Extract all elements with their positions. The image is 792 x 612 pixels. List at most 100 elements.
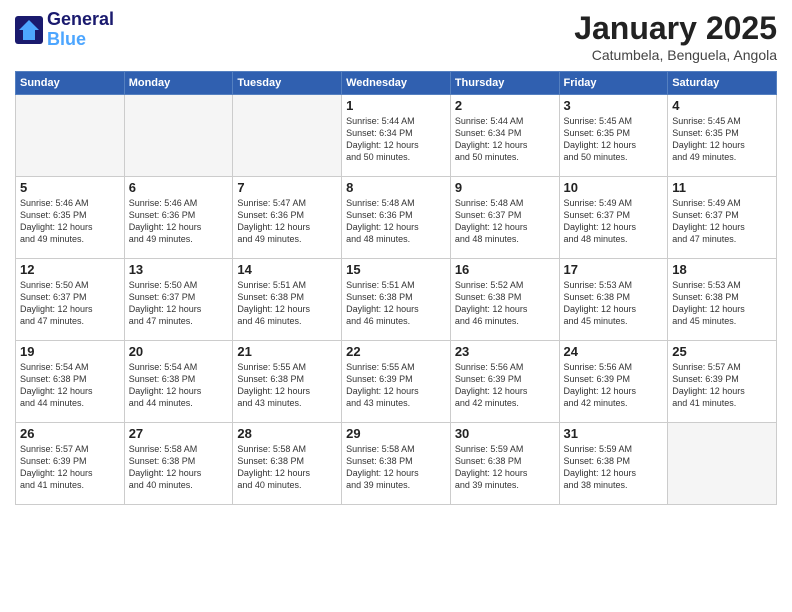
day-number: 26: [20, 426, 120, 441]
calendar-cell: 6 Sunrise: 5:46 AM Sunset: 6:36 PM Daylig…: [124, 177, 233, 259]
title-block: January 2025 Catumbela, Benguela, Angola: [574, 10, 777, 63]
calendar-cell: 5 Sunrise: 5:46 AM Sunset: 6:35 PM Daylig…: [16, 177, 125, 259]
calendar-week-row: 12 Sunrise: 5:50 AM Sunset: 6:37 PM Dayli…: [16, 259, 777, 341]
calendar-cell: 28 Sunrise: 5:58 AM Sunset: 6:38 PM Dayli…: [233, 423, 342, 505]
day-info: Sunrise: 5:52 AM Sunset: 6:38 PM Dayligh…: [455, 279, 555, 328]
month-title: January 2025: [574, 10, 777, 47]
day-number: 22: [346, 344, 446, 359]
calendar-cell: 1 Sunrise: 5:44 AM Sunset: 6:34 PM Daylig…: [342, 95, 451, 177]
calendar-cell: 24Sunrise: 5:56 AM Sunset: 6:39 PM Dayli…: [559, 341, 668, 423]
calendar-cell: 29Sunrise: 5:58 AM Sunset: 6:38 PM Dayli…: [342, 423, 451, 505]
day-info: Sunrise: 5:55 AM Sunset: 6:39 PM Dayligh…: [346, 361, 446, 410]
calendar-cell: 8Sunrise: 5:48 AM Sunset: 6:36 PM Daylig…: [342, 177, 451, 259]
location-title: Catumbela, Benguela, Angola: [574, 47, 777, 63]
calendar-cell: [124, 95, 233, 177]
day-info: Sunrise: 5:46 AM Sunset: 6:35 PM Dayligh…: [20, 197, 120, 246]
day-info: Sunrise: 5:44 AM Sunset: 6:34 PM Dayligh…: [346, 115, 446, 164]
day-number: 12: [20, 262, 120, 277]
calendar-cell: 18 Sunrise: 5:53 AM Sunset: 6:38 PM Dayli…: [668, 259, 777, 341]
day-info: Sunrise: 5:51 AM Sunset: 6:38 PM Dayligh…: [346, 279, 446, 328]
calendar-cell: 19 Sunrise: 5:54 AM Sunset: 6:38 PM Dayli…: [16, 341, 125, 423]
calendar-cell: 30Sunrise: 5:59 AM Sunset: 6:38 PM Dayli…: [450, 423, 559, 505]
calendar-cell: 27Sunrise: 5:58 AM Sunset: 6:38 PM Dayli…: [124, 423, 233, 505]
day-number: 21: [237, 344, 337, 359]
calendar-cell: 3 Sunrise: 5:45 AM Sunset: 6:35 PM Daylig…: [559, 95, 668, 177]
day-info: Sunrise: 5:58 AM Sunset: 6:38 PM Dayligh…: [237, 443, 337, 492]
day-number: 19: [20, 344, 120, 359]
calendar-cell: 13Sunrise: 5:50 AM Sunset: 6:37 PM Dayli…: [124, 259, 233, 341]
day-number: 27: [129, 426, 229, 441]
calendar-cell: 21 Sunrise: 5:55 AM Sunset: 6:38 PM Dayli…: [233, 341, 342, 423]
day-number: 13: [129, 262, 229, 277]
day-number: 30: [455, 426, 555, 441]
day-number: 20: [129, 344, 229, 359]
day-info: Sunrise: 5:54 AM Sunset: 6:38 PM Dayligh…: [20, 361, 120, 410]
weekday-header: Sunday: [16, 72, 125, 95]
calendar-cell: 14Sunrise: 5:51 AM Sunset: 6:38 PM Dayli…: [233, 259, 342, 341]
day-info: Sunrise: 5:48 AM Sunset: 6:37 PM Dayligh…: [455, 197, 555, 246]
day-number: 18: [672, 262, 772, 277]
day-number: 9: [455, 180, 555, 195]
day-info: Sunrise: 5:47 AM Sunset: 6:36 PM Dayligh…: [237, 197, 337, 246]
calendar-cell: 4 Sunrise: 5:45 AM Sunset: 6:35 PM Daylig…: [668, 95, 777, 177]
calendar-week-row: 26 Sunrise: 5:57 AM Sunset: 6:39 PM Dayli…: [16, 423, 777, 505]
day-info: Sunrise: 5:56 AM Sunset: 6:39 PM Dayligh…: [455, 361, 555, 410]
calendar-cell: 16Sunrise: 5:52 AM Sunset: 6:38 PM Dayli…: [450, 259, 559, 341]
day-number: 3: [564, 98, 664, 113]
calendar-cell: 26 Sunrise: 5:57 AM Sunset: 6:39 PM Dayli…: [16, 423, 125, 505]
day-info: Sunrise: 5:45 AM Sunset: 6:35 PM Dayligh…: [672, 115, 772, 164]
day-number: 17: [564, 262, 664, 277]
calendar-cell: [668, 423, 777, 505]
day-number: 15: [346, 262, 446, 277]
logo-text: General Blue: [47, 10, 114, 50]
calendar-week-row: 5 Sunrise: 5:46 AM Sunset: 6:35 PM Daylig…: [16, 177, 777, 259]
day-info: Sunrise: 5:57 AM Sunset: 6:39 PM Dayligh…: [672, 361, 772, 410]
weekday-header: Tuesday: [233, 72, 342, 95]
page: General Blue January 2025 Catumbela, Ben…: [0, 0, 792, 612]
weekday-header: Thursday: [450, 72, 559, 95]
day-info: Sunrise: 5:56 AM Sunset: 6:39 PM Dayligh…: [564, 361, 664, 410]
day-number: 14: [237, 262, 337, 277]
day-info: Sunrise: 5:46 AM Sunset: 6:36 PM Dayligh…: [129, 197, 229, 246]
calendar-cell: [16, 95, 125, 177]
calendar-cell: 20Sunrise: 5:54 AM Sunset: 6:38 PM Dayli…: [124, 341, 233, 423]
day-info: Sunrise: 5:59 AM Sunset: 6:38 PM Dayligh…: [564, 443, 664, 492]
day-number: 4: [672, 98, 772, 113]
day-info: Sunrise: 5:49 AM Sunset: 6:37 PM Dayligh…: [564, 197, 664, 246]
day-info: Sunrise: 5:53 AM Sunset: 6:38 PM Dayligh…: [672, 279, 772, 328]
day-number: 7: [237, 180, 337, 195]
day-number: 11: [672, 180, 772, 195]
calendar-cell: 25Sunrise: 5:57 AM Sunset: 6:39 PM Dayli…: [668, 341, 777, 423]
calendar-cell: [233, 95, 342, 177]
day-number: 5: [20, 180, 120, 195]
day-number: 6: [129, 180, 229, 195]
day-info: Sunrise: 5:58 AM Sunset: 6:38 PM Dayligh…: [346, 443, 446, 492]
calendar-cell: 2Sunrise: 5:44 AM Sunset: 6:34 PM Daylig…: [450, 95, 559, 177]
day-info: Sunrise: 5:45 AM Sunset: 6:35 PM Dayligh…: [564, 115, 664, 164]
day-number: 1: [346, 98, 446, 113]
day-info: Sunrise: 5:49 AM Sunset: 6:37 PM Dayligh…: [672, 197, 772, 246]
day-number: 8: [346, 180, 446, 195]
day-info: Sunrise: 5:57 AM Sunset: 6:39 PM Dayligh…: [20, 443, 120, 492]
calendar-cell: 9 Sunrise: 5:48 AM Sunset: 6:37 PM Daylig…: [450, 177, 559, 259]
day-number: 23: [455, 344, 555, 359]
calendar: SundayMondayTuesdayWednesdayThursdayFrid…: [15, 71, 777, 505]
calendar-header-row: SundayMondayTuesdayWednesdayThursdayFrid…: [16, 72, 777, 95]
weekday-header: Monday: [124, 72, 233, 95]
calendar-week-row: 19 Sunrise: 5:54 AM Sunset: 6:38 PM Dayli…: [16, 341, 777, 423]
day-info: Sunrise: 5:50 AM Sunset: 6:37 PM Dayligh…: [20, 279, 120, 328]
calendar-cell: 11 Sunrise: 5:49 AM Sunset: 6:37 PM Dayli…: [668, 177, 777, 259]
day-info: Sunrise: 5:53 AM Sunset: 6:38 PM Dayligh…: [564, 279, 664, 328]
header: General Blue January 2025 Catumbela, Ben…: [15, 10, 777, 63]
calendar-cell: 15 Sunrise: 5:51 AM Sunset: 6:38 PM Dayli…: [342, 259, 451, 341]
calendar-week-row: 1 Sunrise: 5:44 AM Sunset: 6:34 PM Daylig…: [16, 95, 777, 177]
day-info: Sunrise: 5:55 AM Sunset: 6:38 PM Dayligh…: [237, 361, 337, 410]
calendar-cell: 7 Sunrise: 5:47 AM Sunset: 6:36 PM Daylig…: [233, 177, 342, 259]
day-number: 28: [237, 426, 337, 441]
day-number: 2: [455, 98, 555, 113]
calendar-cell: 12 Sunrise: 5:50 AM Sunset: 6:37 PM Dayli…: [16, 259, 125, 341]
logo-icon: [15, 16, 43, 44]
weekday-header: Wednesday: [342, 72, 451, 95]
logo: General Blue: [15, 10, 114, 50]
day-number: 10: [564, 180, 664, 195]
